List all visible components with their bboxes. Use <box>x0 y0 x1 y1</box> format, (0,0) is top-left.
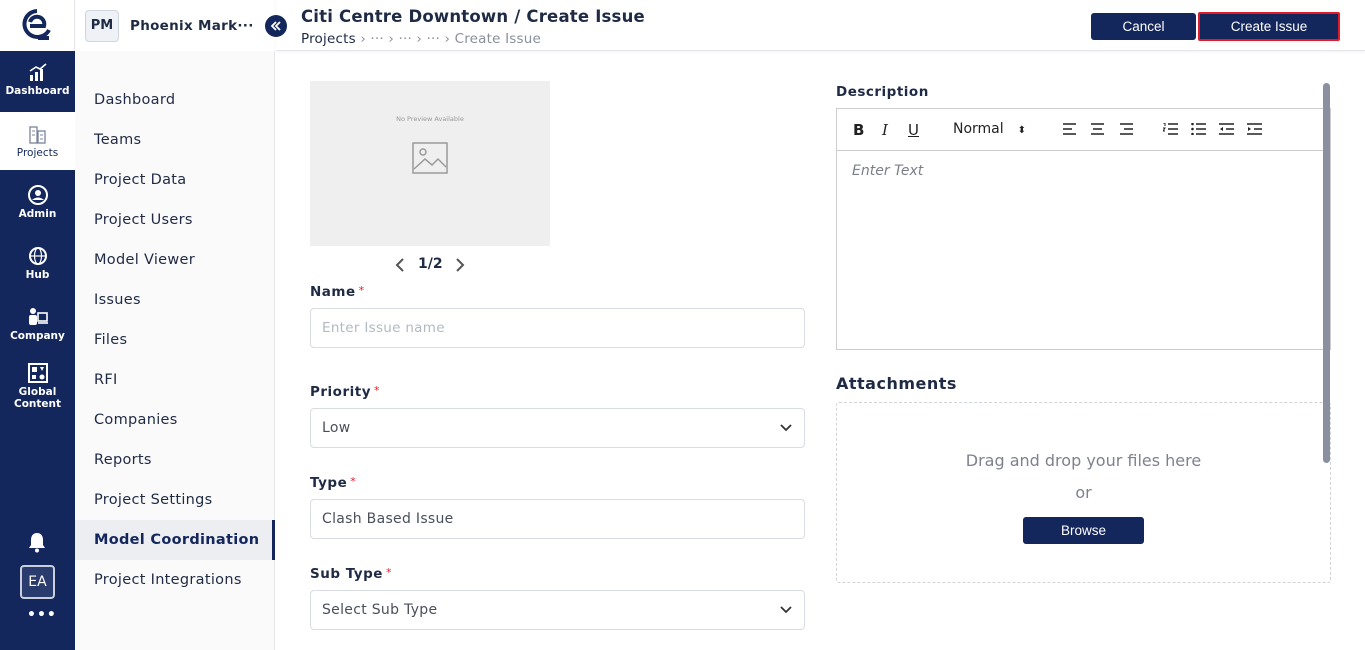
collapse-sidebar-button[interactable] <box>265 15 287 37</box>
description-editor: B I U Normal ⬍ Enter Text <box>836 108 1331 350</box>
rail-label-hub: Hub <box>25 269 50 281</box>
project-name: Phoenix Mark··· <box>130 17 254 34</box>
chevron-right-icon[interactable] <box>454 257 466 273</box>
rail-label-admin: Admin <box>18 208 57 220</box>
page-indicator: 1/2 <box>418 256 443 272</box>
bullet-list-icon[interactable] <box>1191 123 1207 135</box>
ordered-list-icon[interactable] <box>1163 123 1179 135</box>
rail-item-hub[interactable]: Hub <box>0 234 75 292</box>
sidebar-item-project-users[interactable]: Project Users <box>75 200 275 240</box>
notifications-bell-icon[interactable] <box>26 531 48 557</box>
double-chevron-left-icon <box>270 21 281 31</box>
no-preview-text: No Preview Available <box>396 115 464 123</box>
priority-select[interactable]: Low <box>310 408 805 448</box>
sidebar-item-project-data[interactable]: Project Data <box>75 160 275 200</box>
priority-value: Low <box>322 420 351 436</box>
rail-item-global-content[interactable]: Global Content <box>0 356 75 416</box>
breadcrumb-trail[interactable]: › ··· › ··· › ··· › Create Issue <box>356 31 541 47</box>
description-label: Description <box>836 84 929 100</box>
browse-button[interactable]: Browse <box>1023 517 1144 544</box>
align-center-icon[interactable] <box>1091 123 1105 135</box>
rail-item-dashboard[interactable]: Dashboard <box>0 51 75 109</box>
name-label: Name * <box>310 284 365 300</box>
more-menu-icon[interactable]: ••• <box>27 607 57 623</box>
sidebar-nav: Dashboard Teams Project Data Project Use… <box>75 80 275 600</box>
project-sidebar: PM Phoenix Mark··· Dashboard Teams Proje… <box>75 0 275 650</box>
outdent-icon[interactable] <box>1219 123 1235 135</box>
editor-toolbar: B I U Normal ⬍ <box>837 109 1330 151</box>
sidebar-item-model-viewer[interactable]: Model Viewer <box>75 240 275 280</box>
italic-icon[interactable]: I <box>882 121 888 139</box>
preview-pager: 1/2 <box>390 255 470 275</box>
rail-label-global-content: Global Content <box>13 386 62 410</box>
indent-icon[interactable] <box>1247 123 1263 135</box>
admin-gear-icon <box>27 185 48 205</box>
priority-label: Priority * <box>310 384 380 400</box>
icon-rail: Dashboard Projects Admin Hub Company Glo… <box>0 0 75 650</box>
rail-item-company[interactable]: Company <box>0 295 75 353</box>
image-preview: No Preview Available <box>310 81 550 246</box>
rail-label-dashboard: Dashboard <box>5 85 70 97</box>
sidebar-item-files[interactable]: Files <box>75 320 275 360</box>
name-input[interactable]: Enter Issue name <box>310 308 805 348</box>
description-text-area[interactable]: Enter Text <box>852 163 923 179</box>
rail-label-projects: Projects <box>16 147 59 159</box>
breadcrumb-projects[interactable]: Projects <box>301 31 356 47</box>
user-avatar[interactable]: EA <box>20 565 55 599</box>
chevron-down-icon <box>780 424 792 432</box>
create-issue-button[interactable]: Create Issue <box>1198 12 1340 41</box>
page-scrollbar[interactable] <box>1323 83 1330 463</box>
project-switcher[interactable]: PM Phoenix Mark··· <box>75 0 275 51</box>
align-left-icon[interactable] <box>1063 123 1077 135</box>
sidebar-item-rfi[interactable]: RFI <box>75 360 275 400</box>
logo-icon <box>22 8 51 40</box>
breadcrumb: Projects › ··· › ··· › ··· › Create Issu… <box>301 31 541 47</box>
sidebar-item-issues[interactable]: Issues <box>75 280 275 320</box>
rail-label-company: Company <box>10 330 65 342</box>
globe-icon <box>28 247 47 265</box>
sidebar-item-project-settings[interactable]: Project Settings <box>75 480 275 520</box>
rail-item-projects[interactable]: Projects <box>0 112 75 170</box>
app-logo[interactable] <box>0 0 75 51</box>
align-right-icon[interactable] <box>1120 123 1134 135</box>
format-select[interactable]: Normal ⬍ <box>953 121 1026 137</box>
company-icon <box>28 308 48 325</box>
sidebar-item-dashboard[interactable]: Dashboard <box>75 80 275 120</box>
type-field[interactable]: Clash Based Issue <box>310 499 805 539</box>
attachments-label: Attachments <box>836 374 957 393</box>
rail-item-admin[interactable]: Admin <box>0 173 75 231</box>
project-initials: PM <box>85 9 119 42</box>
chevron-left-icon[interactable] <box>394 257 406 273</box>
sidebar-item-teams[interactable]: Teams <box>75 120 275 160</box>
subtype-label: Sub Type * <box>310 566 392 582</box>
subtype-select[interactable]: Select Sub Type <box>310 590 805 630</box>
file-dropzone[interactable]: Drag and drop your files here or Browse <box>836 402 1331 583</box>
page-title: Citi Centre Downtown / Create Issue <box>301 7 645 26</box>
subtype-value: Select Sub Type <box>322 602 438 618</box>
chart-icon <box>29 63 47 81</box>
dropzone-or-text: or <box>1075 483 1092 502</box>
underline-icon[interactable]: U <box>908 121 919 139</box>
cancel-button[interactable]: Cancel <box>1091 13 1196 40</box>
dropzone-text: Drag and drop your files here <box>965 451 1202 470</box>
buildings-icon <box>28 126 46 144</box>
sidebar-item-companies[interactable]: Companies <box>75 400 275 440</box>
shapes-icon <box>27 363 48 383</box>
image-placeholder-icon <box>412 142 448 178</box>
sidebar-item-model-coordination[interactable]: Model Coordination <box>75 520 275 560</box>
sidebar-item-reports[interactable]: Reports <box>75 440 275 480</box>
sidebar-item-project-integrations[interactable]: Project Integrations <box>75 560 275 600</box>
bold-icon[interactable]: B <box>853 121 864 139</box>
page-header: Citi Centre Downtown / Create Issue Proj… <box>276 0 1365 51</box>
chevron-down-icon <box>780 606 792 614</box>
type-label: Type * <box>310 475 357 491</box>
